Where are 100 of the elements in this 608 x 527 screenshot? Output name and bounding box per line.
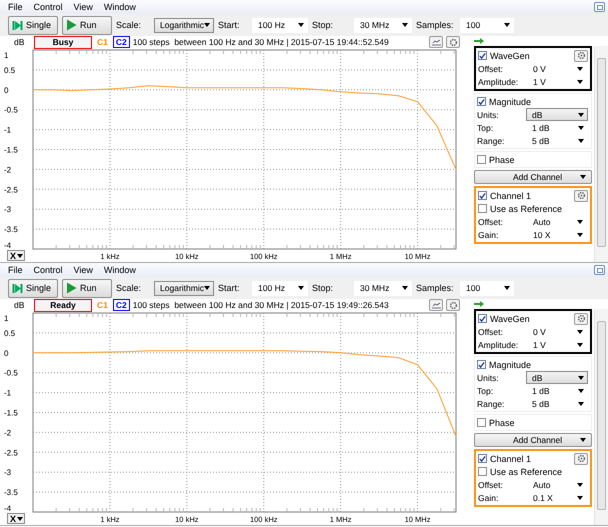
field-label: Offset: — [478, 216, 504, 226]
single-button[interactable]: Single — [8, 16, 58, 34]
settings-icon[interactable] — [574, 50, 588, 62]
channel-label[interactable]: C2 — [112, 36, 130, 48]
axis-dropdown[interactable]: X — [7, 250, 25, 261]
channel-label[interactable]: C2 — [112, 299, 130, 311]
menu-item[interactable]: Window — [100, 265, 143, 275]
checkbox[interactable] — [477, 155, 486, 164]
checkbox[interactable] — [477, 97, 486, 106]
axis-dropdown[interactable]: X — [7, 513, 25, 524]
restore-icon[interactable] — [594, 265, 605, 275]
sweep-info: 100 steps between 100 Hz and 30 MHz | 2015-07-15 19:49::26.543 — [132, 300, 389, 310]
checkbox[interactable] — [478, 467, 487, 476]
run-button[interactable]: Run — [62, 16, 112, 34]
add-channel-button[interactable]: Add Channel — [474, 433, 592, 447]
samples-label: Samples: — [416, 20, 455, 30]
chart-icon[interactable] — [429, 299, 443, 311]
single-button[interactable]: Single — [8, 278, 58, 298]
dropdown[interactable]: dB — [526, 108, 588, 121]
tick-label: -0.5 — [4, 368, 18, 378]
add-channel-button[interactable]: Add Channel — [474, 170, 592, 184]
stop-label: Stop: — [312, 283, 334, 293]
field-label: Units: — [477, 372, 500, 382]
settings-icon[interactable] — [574, 190, 588, 202]
tick-label: -4 — [4, 241, 12, 250]
tick-label: 1 — [4, 51, 8, 60]
magnitude-label: Magnitude — [489, 96, 532, 106]
menu-item[interactable]: Control — [30, 2, 70, 12]
field-label: Range: — [477, 136, 506, 146]
tick-label: -0.5 — [4, 106, 18, 115]
settings-icon[interactable] — [574, 312, 588, 324]
menu-item[interactable]: File — [4, 2, 30, 12]
wavegen-label: WaveGen — [490, 314, 530, 324]
checkbox[interactable] — [478, 454, 487, 463]
start-dropdown[interactable]: 100 Hz — [252, 18, 308, 32]
tick-label: 0.5 — [4, 328, 16, 338]
tick-label: -2.5 — [4, 448, 18, 458]
tick-label: -3 — [4, 468, 12, 478]
start-label: Start: — [218, 20, 241, 30]
field-label: Offset: — [478, 480, 504, 490]
phase-label: Phase — [489, 418, 515, 428]
scrollbar[interactable] — [594, 46, 608, 262]
play-icon — [66, 282, 78, 294]
stop-dropdown[interactable]: 30 MHz — [354, 280, 412, 296]
tick-label: -1 — [4, 388, 12, 398]
settings-icon[interactable] — [446, 299, 460, 311]
tick-label: 0.5 — [4, 66, 16, 75]
tick-label: -3.5 — [4, 225, 18, 234]
field-label: Gain: — [478, 492, 500, 502]
settings-icon[interactable] — [574, 452, 588, 464]
scrollbar[interactable] — [594, 309, 608, 525]
channel-name: Channel 1 — [490, 454, 532, 464]
arrow-icon[interactable] — [474, 38, 484, 44]
checkbox[interactable] — [477, 360, 486, 369]
status-indicator: Ready — [34, 298, 92, 312]
menu-item[interactable]: File — [4, 265, 30, 275]
tick-label: -4 — [4, 504, 12, 513]
sweep-info: 100 steps between 100 Hz and 30 MHz | 2015-07-15 19:44::52.549 — [132, 37, 389, 47]
menu-item[interactable]: View — [70, 265, 100, 275]
tick-label: -2.5 — [4, 185, 18, 194]
tick-label: 0 — [4, 348, 8, 358]
restore-icon[interactable] — [594, 2, 605, 12]
dropdown[interactable]: dB — [526, 371, 588, 384]
scale-dropdown[interactable]: Logarithmic — [154, 18, 214, 32]
tick-label: 1 — [4, 314, 8, 323]
stop-label: Stop: — [312, 20, 334, 30]
wavegen-label: WaveGen — [490, 50, 530, 60]
arrow-icon[interactable] — [474, 301, 484, 307]
tick-label: -2 — [4, 428, 12, 438]
magnitude-label: Magnitude — [489, 360, 532, 370]
field-label: Range: — [477, 398, 506, 408]
samples-dropdown[interactable]: 100 — [460, 280, 514, 296]
checkbox[interactable] — [478, 314, 487, 323]
settings-icon[interactable] — [446, 36, 460, 48]
scale-dropdown[interactable]: Logarithmic — [154, 280, 214, 296]
menu-item[interactable]: Window — [100, 2, 143, 12]
tick-label: -2 — [4, 165, 12, 174]
start-label: Start: — [218, 283, 241, 293]
menu-item[interactable]: View — [70, 2, 100, 12]
start-dropdown[interactable]: 100 Hz — [252, 280, 308, 296]
menu-item[interactable]: Control — [30, 265, 70, 275]
tick-label: -3.5 — [4, 488, 18, 498]
tick-label: -1.5 — [4, 146, 18, 154]
samples-dropdown[interactable]: 100 — [460, 18, 514, 32]
axis-label: dB — [14, 37, 26, 47]
field-label: Offset: — [478, 326, 504, 336]
step-icon — [12, 282, 23, 294]
play-icon — [66, 19, 78, 31]
checkbox[interactable] — [478, 204, 487, 213]
reference-label: Use as Reference — [490, 466, 562, 476]
checkbox[interactable] — [478, 51, 487, 60]
run-button[interactable]: Run — [62, 278, 112, 298]
samples-label: Samples: — [416, 283, 455, 293]
checkbox[interactable] — [478, 191, 487, 200]
field-label: Amplitude: — [478, 340, 520, 350]
chart-icon[interactable] — [429, 36, 443, 48]
checkbox[interactable] — [477, 418, 486, 427]
channel-name: Channel 1 — [490, 190, 532, 200]
field-label: Top: — [477, 386, 494, 396]
stop-dropdown[interactable]: 30 MHz — [354, 18, 412, 32]
